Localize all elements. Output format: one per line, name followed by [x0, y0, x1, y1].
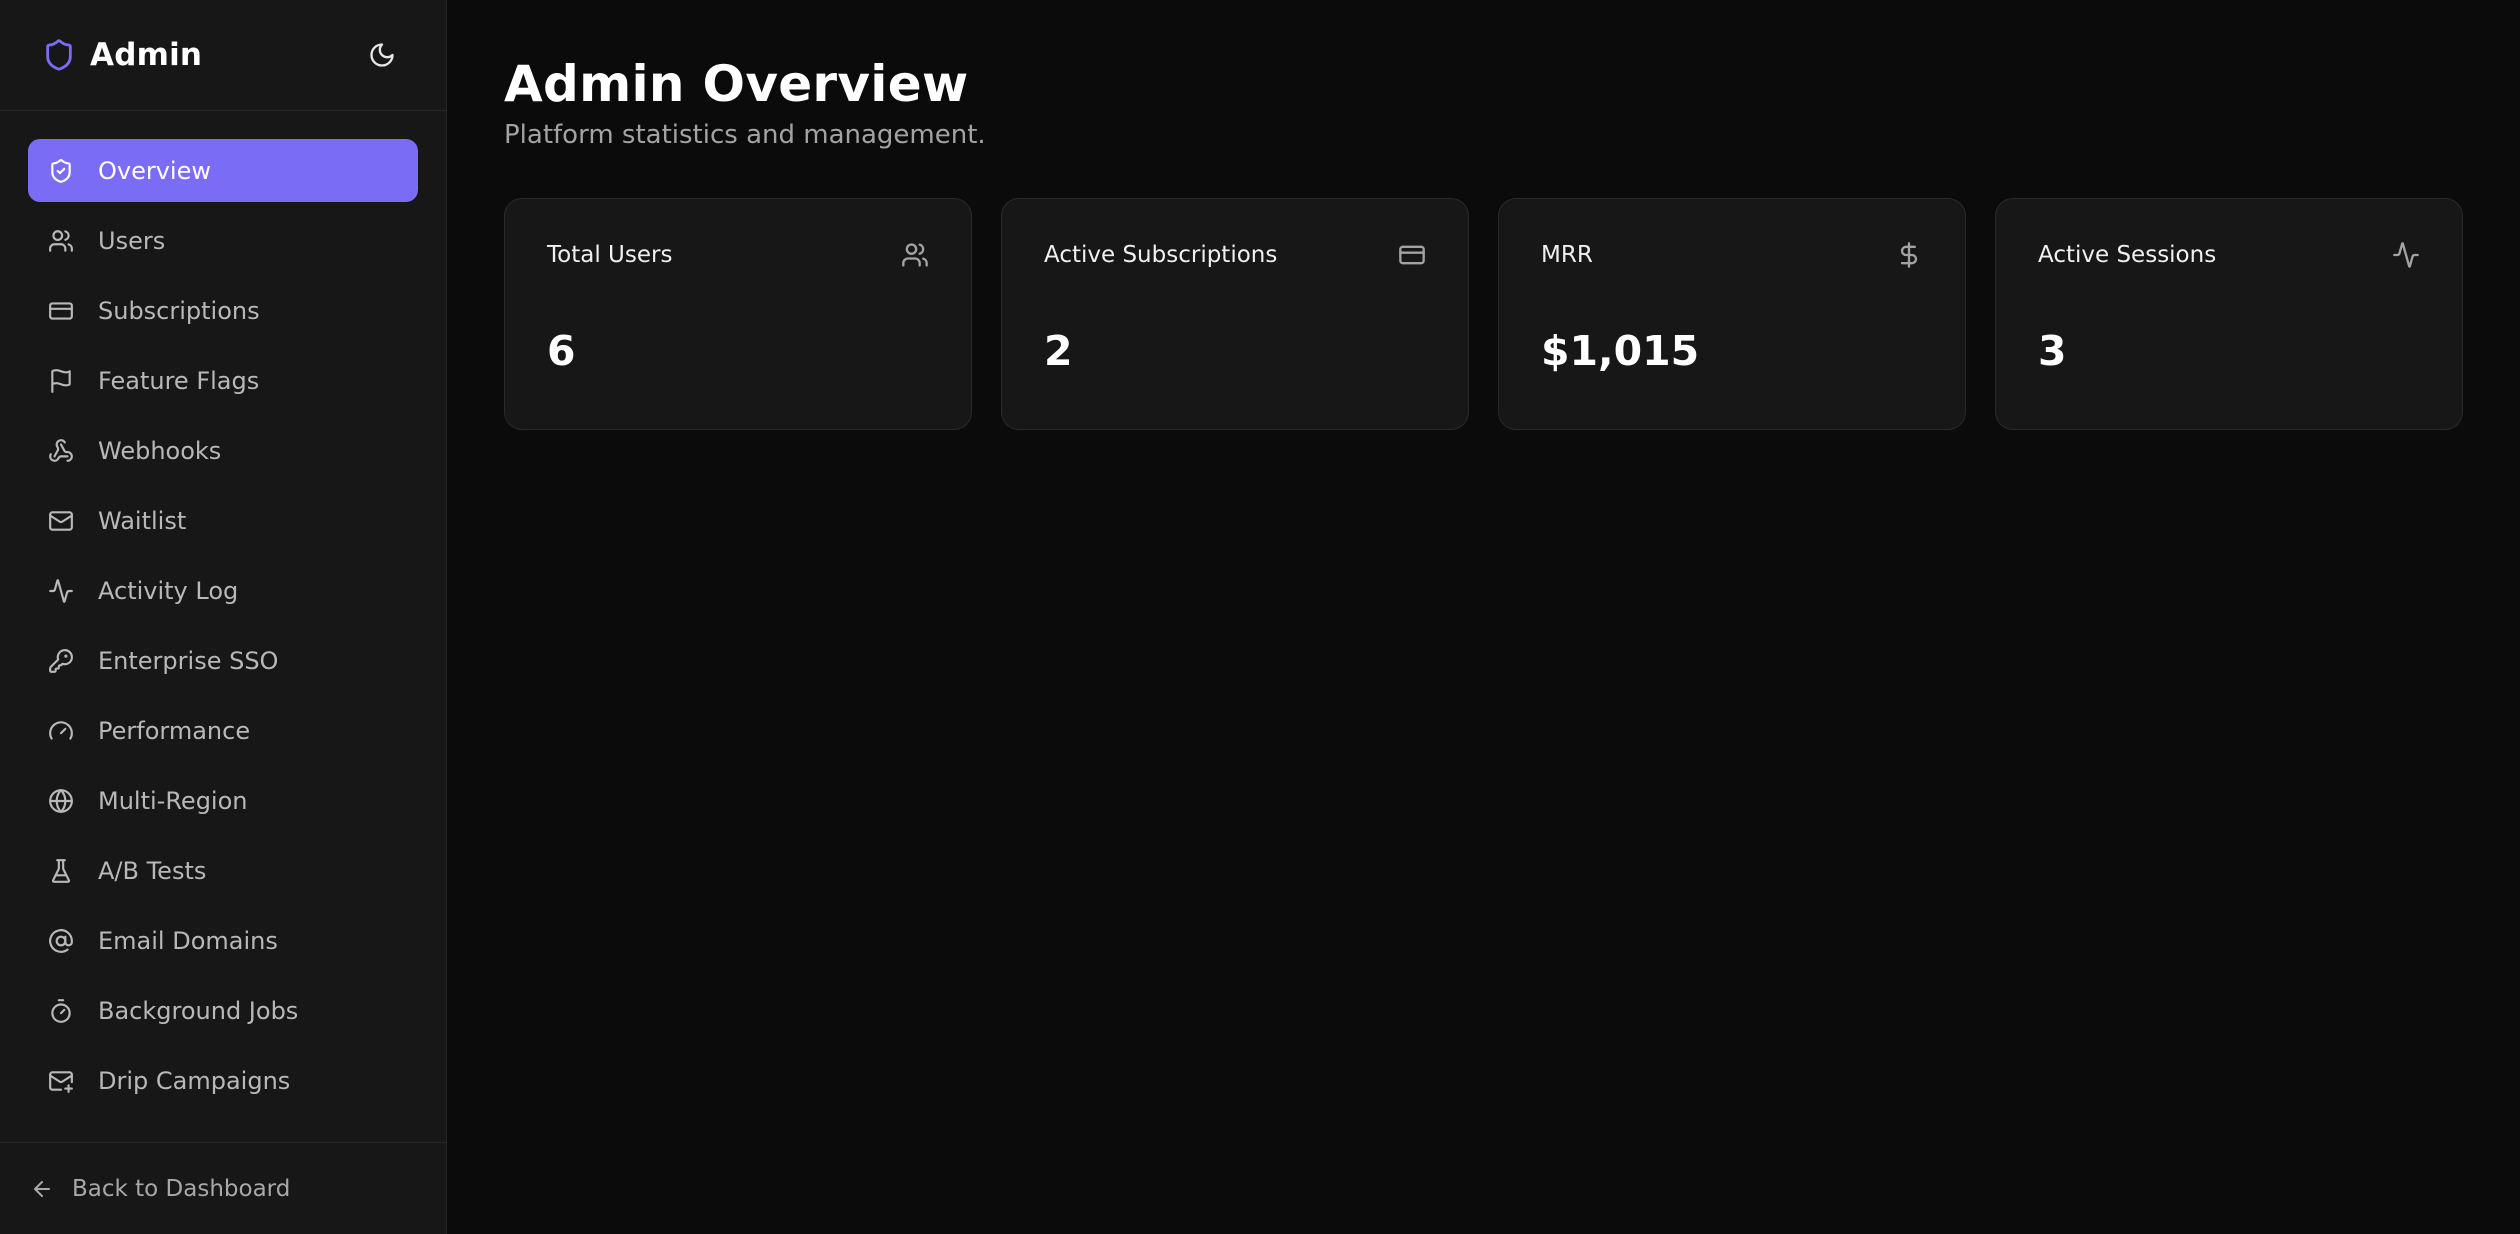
sidebar-item-label: Background Jobs: [98, 996, 299, 1025]
sidebar-item-multi-region[interactable]: Multi-Region: [28, 769, 418, 832]
activity-icon: [48, 578, 74, 604]
stat-card-title: MRR: [1541, 242, 1593, 268]
stat-card-value: 3: [2038, 327, 2067, 375]
sidebar-item-label: Feature Flags: [98, 366, 260, 395]
arrow-left-icon: [30, 1177, 54, 1201]
sidebar-item-label: Activity Log: [98, 576, 239, 605]
stat-card-value: 2: [1044, 327, 1073, 375]
sidebar-nav: Overview Users Subscriptions Feature Fla…: [0, 111, 446, 1112]
sidebar-item-label: Email Domains: [98, 926, 278, 955]
sidebar-item-background-jobs[interactable]: Background Jobs: [28, 979, 418, 1042]
sidebar-item-feature-flags[interactable]: Feature Flags: [28, 349, 418, 412]
sidebar-item-label: Multi-Region: [98, 786, 248, 815]
timer-icon: [48, 998, 74, 1024]
users-icon: [48, 228, 74, 254]
brand: Admin: [42, 37, 202, 73]
key-icon: [48, 648, 74, 674]
sidebar-item-label: Enterprise SSO: [98, 646, 279, 675]
sidebar-item-label: Users: [98, 226, 166, 255]
back-to-dashboard-link[interactable]: Back to Dashboard: [0, 1142, 446, 1234]
sidebar-item-activity-log[interactable]: Activity Log: [28, 559, 418, 622]
flask-icon: [48, 858, 74, 884]
mail-icon: [48, 508, 74, 534]
sidebar: Admin Overview Users Subscriptions Featu…: [0, 0, 447, 1234]
sidebar-item-label: Subscriptions: [98, 296, 260, 325]
page-title: Admin Overview: [504, 55, 969, 113]
mail-plus-icon: [48, 1068, 74, 1094]
sidebar-item-label: A/B Tests: [98, 856, 207, 885]
stats-cards: Total Users 6 Active Subscriptions 2 MRR…: [504, 198, 2464, 430]
sidebar-item-waitlist[interactable]: Waitlist: [28, 489, 418, 552]
theme-toggle-button[interactable]: [358, 31, 406, 79]
sidebar-item-label: Waitlist: [98, 506, 187, 535]
activity-icon: [2392, 241, 2420, 269]
sidebar-item-webhooks[interactable]: Webhooks: [28, 419, 418, 482]
page-subtitle: Platform statistics and management.: [504, 120, 986, 150]
brand-title: Admin: [90, 37, 203, 73]
dollar-sign-icon: [1895, 241, 1923, 269]
sidebar-item-label: Webhooks: [98, 436, 222, 465]
sidebar-item-enterprise-sso[interactable]: Enterprise SSO: [28, 629, 418, 692]
stat-card-value: 6: [547, 327, 576, 375]
shield-icon: [42, 38, 76, 72]
sidebar-item-email-domains[interactable]: Email Domains: [28, 909, 418, 972]
stat-card-active-subscriptions: Active Subscriptions 2: [1001, 198, 1469, 430]
webhook-icon: [48, 438, 74, 464]
stat-card-mrr: MRR $1,015: [1498, 198, 1966, 430]
sidebar-item-drip-campaigns[interactable]: Drip Campaigns: [28, 1049, 418, 1112]
sidebar-header: Admin: [0, 0, 446, 111]
users-icon: [901, 241, 929, 269]
sidebar-item-label: Drip Campaigns: [98, 1066, 291, 1095]
stat-card-active-sessions: Active Sessions 3: [1995, 198, 2463, 430]
gauge-icon: [48, 718, 74, 744]
sidebar-item-users[interactable]: Users: [28, 209, 418, 272]
sidebar-item-ab-tests[interactable]: A/B Tests: [28, 839, 418, 902]
sidebar-item-label: Overview: [98, 156, 211, 185]
credit-card-icon: [1398, 241, 1426, 269]
stat-card-title: Active Subscriptions: [1044, 242, 1278, 268]
stat-card-value: $1,015: [1541, 327, 1700, 375]
sidebar-item-label: Performance: [98, 716, 251, 745]
main-content: Admin Overview Platform statistics and m…: [447, 0, 2520, 1234]
credit-card-icon: [48, 298, 74, 324]
moon-icon: [368, 41, 396, 69]
stat-card-title: Total Users: [547, 242, 673, 268]
stat-card-title: Active Sessions: [2038, 242, 2217, 268]
stat-card-total-users: Total Users 6: [504, 198, 972, 430]
flag-icon: [48, 368, 74, 394]
shield-check-icon: [48, 158, 74, 184]
at-sign-icon: [48, 928, 74, 954]
back-to-dashboard-label: Back to Dashboard: [72, 1175, 291, 1202]
globe-icon: [48, 788, 74, 814]
sidebar-item-performance[interactable]: Performance: [28, 699, 418, 762]
sidebar-item-subscriptions[interactable]: Subscriptions: [28, 279, 418, 342]
sidebar-item-overview[interactable]: Overview: [28, 139, 418, 202]
